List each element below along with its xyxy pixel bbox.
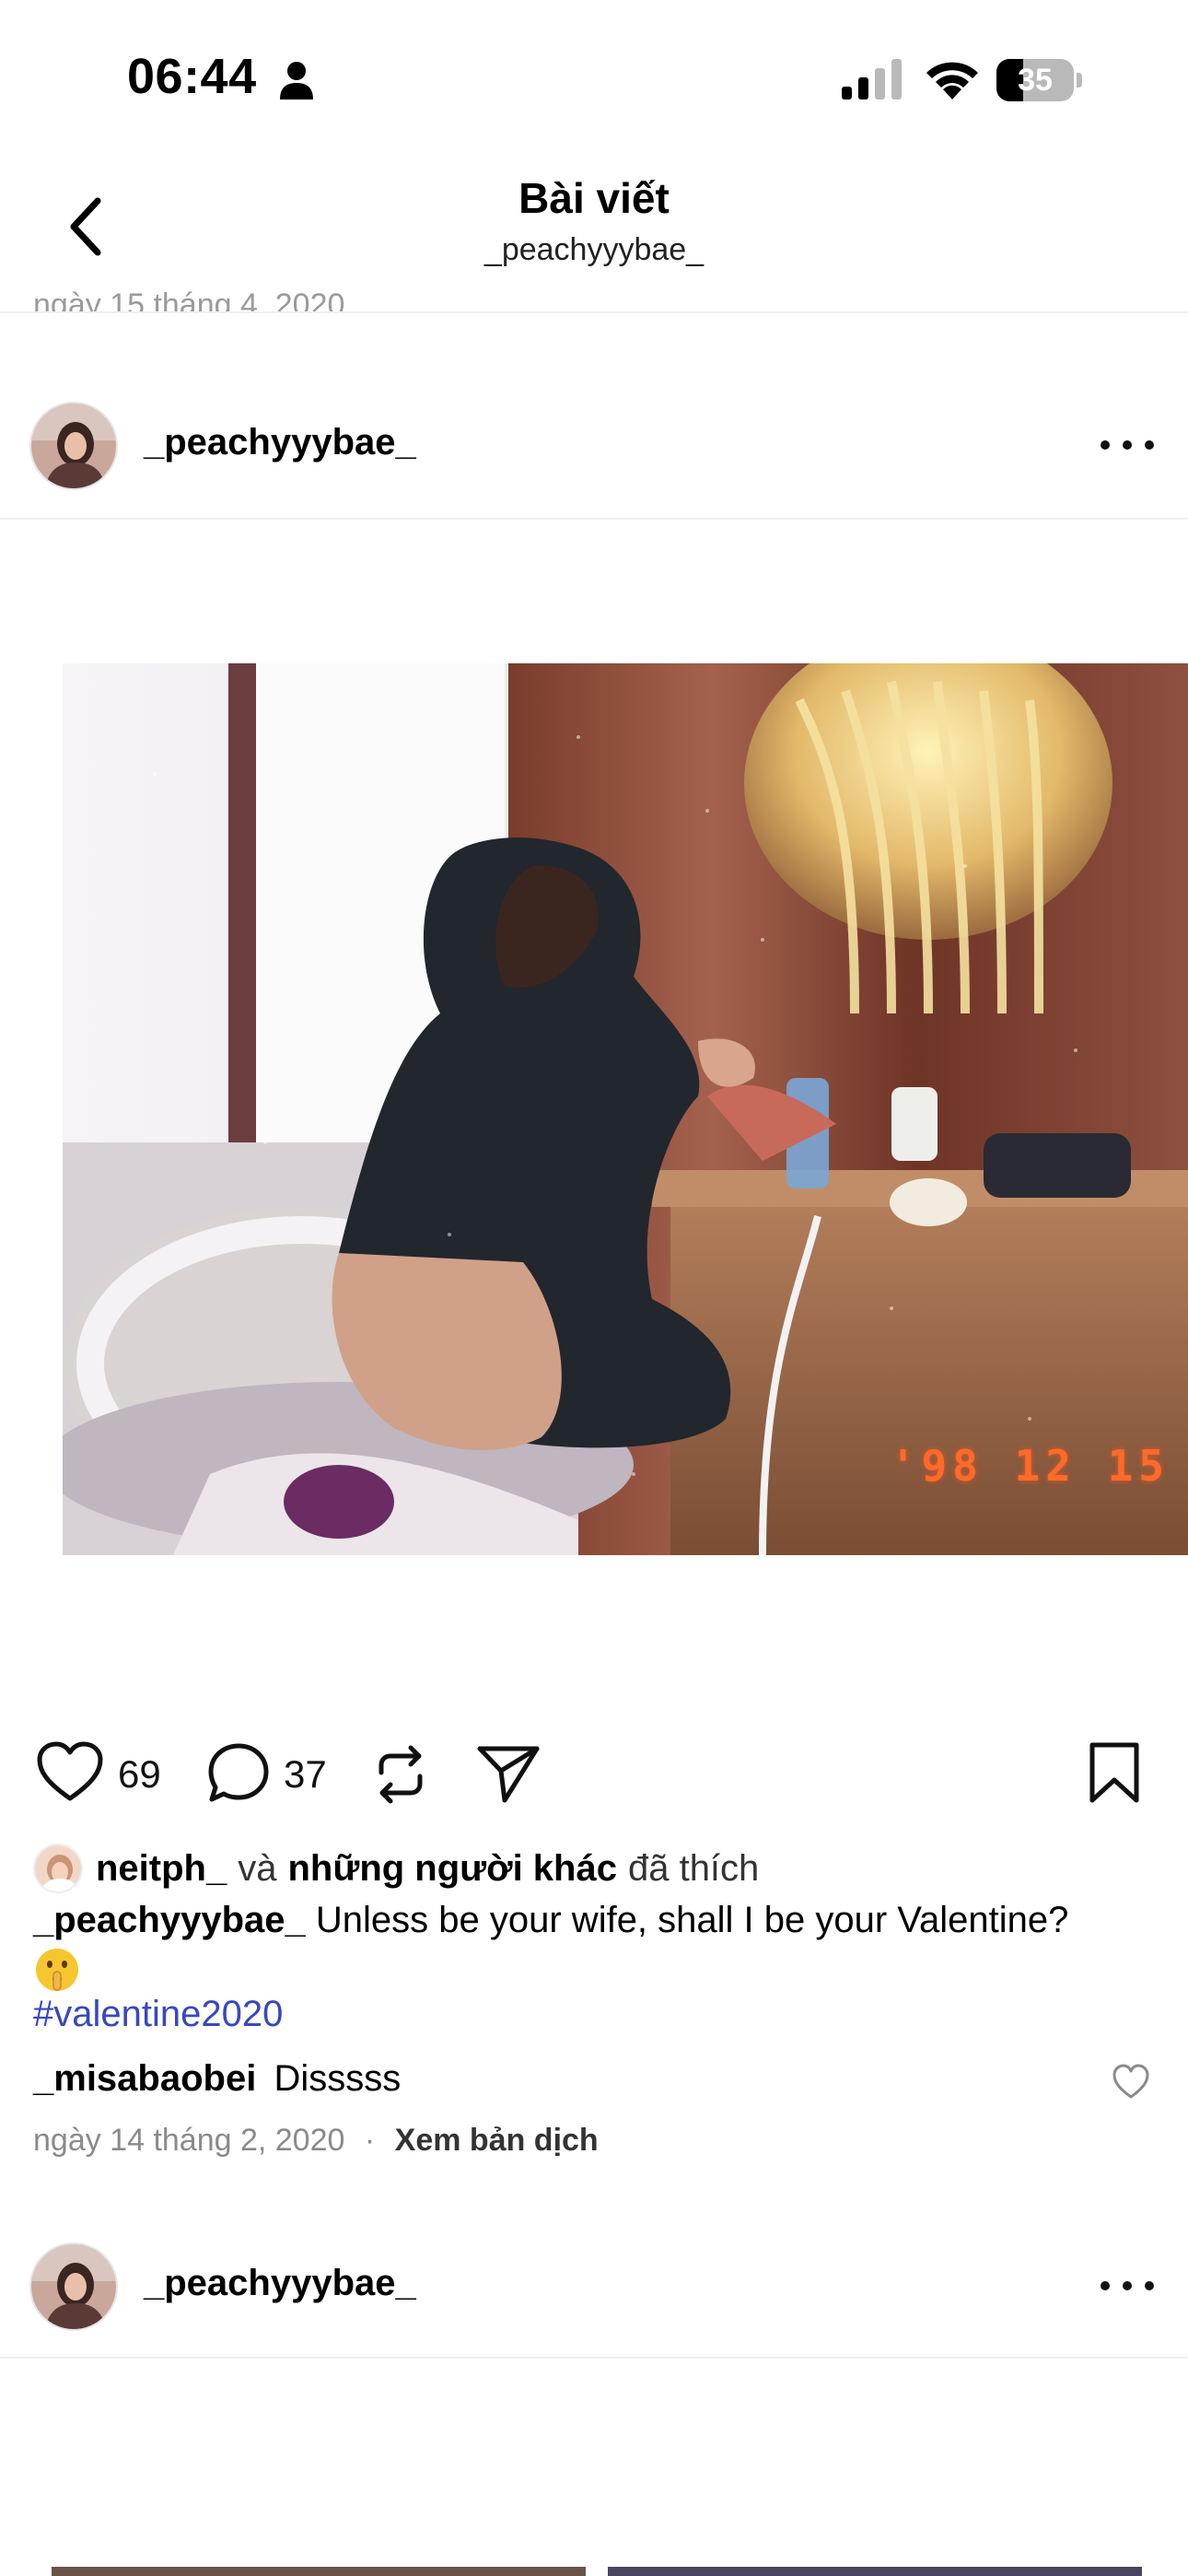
bookmark-icon[interactable]: [1087, 1741, 1142, 1804]
liked-by-conjunction: và: [238, 1847, 277, 1889]
comment-count[interactable]: 37: [284, 1752, 327, 1797]
post-divider: [0, 2357, 1188, 2359]
post-photo[interactable]: '98 12 15: [63, 663, 1188, 1555]
wifi-icon: [926, 62, 978, 100]
comment-text: Disssss: [274, 2058, 402, 2099]
battery-level: 35: [1018, 63, 1053, 98]
avatar[interactable]: [29, 2242, 118, 2331]
battery-icon: 35: [996, 59, 1083, 101]
comment-heart-icon[interactable]: [1112, 2064, 1149, 2101]
status-time: 06:44: [127, 49, 257, 104]
post-username[interactable]: _peachyyybae_: [144, 422, 416, 463]
comment-username[interactable]: _misabaobei: [33, 2058, 256, 2099]
page-title: Bài viết: [518, 174, 670, 222]
signal-icon: [842, 59, 902, 100]
post-date: ngày 14 tháng 2, 2020: [33, 2123, 345, 2158]
liker-avatar[interactable]: [33, 1844, 83, 1893]
repost-icon[interactable]: [370, 1741, 431, 1808]
avatar[interactable]: [29, 402, 118, 490]
share-icon[interactable]: [475, 1741, 542, 1806]
post-username[interactable]: _peachyyybae_: [144, 2263, 416, 2304]
liked-by-line[interactable]: neitph_ và những người khác đã thích: [33, 1843, 759, 1894]
liked-by-suffix: đã thích: [627, 1847, 760, 1889]
next-post-header: _peachyyybae_: [0, 2235, 1188, 2346]
like-count[interactable]: 69: [118, 1752, 161, 1797]
more-options-icon[interactable]: [1096, 431, 1159, 459]
post-caption: _peachyyybae_ Unless be your wife, shall…: [33, 1896, 1166, 1994]
heart-icon[interactable]: [37, 1741, 103, 1802]
shushing-face-emoji-icon: [36, 1949, 78, 1992]
top-comment: _misabaobei Disssss: [33, 2058, 401, 2100]
nav-divider: [0, 311, 1188, 313]
caption-hashtag[interactable]: #valentine2020: [33, 1994, 283, 2035]
more-options-icon[interactable]: [1096, 2272, 1159, 2300]
meta-separator: ·: [364, 2123, 376, 2158]
status-bar: 06:44 35: [0, 0, 1188, 147]
post-header: _peachyyybae_: [0, 394, 1188, 505]
page-subtitle[interactable]: _peachyyybae_: [0, 232, 1188, 268]
caption-username[interactable]: _peachyyybae_: [33, 1900, 306, 1940]
see-translation-link[interactable]: Xem bản dịch: [395, 2123, 599, 2158]
caption-text: Unless be your wife, shall I be your Val…: [315, 1900, 1069, 1940]
person-icon: [280, 62, 313, 100]
nav-header: Bài viết _peachyyybae_: [0, 147, 1188, 311]
next-post-photo[interactable]: [52, 2567, 586, 2576]
liked-by-others[interactable]: những người khác: [287, 1848, 616, 1890]
post-meta: ngày 14 tháng 2, 2020 · Xem bản dịch: [33, 2123, 599, 2159]
comment-icon[interactable]: [206, 1741, 271, 1806]
post-divider: [0, 518, 1188, 520]
post-action-bar: 69 37: [0, 1732, 1188, 1815]
next-post-photo[interactable]: [608, 2567, 1142, 2576]
liker-username[interactable]: neitph_: [96, 1848, 227, 1890]
photo-date-stamp: '98 12 15: [890, 1441, 1170, 1491]
